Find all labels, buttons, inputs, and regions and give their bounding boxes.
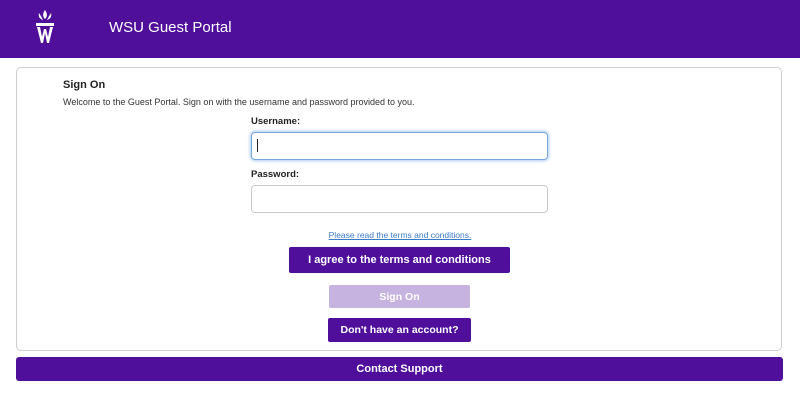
create-account-button[interactable]: Don't have an account? [328,318,471,342]
portal-header: WSU Guest Portal [0,0,800,58]
welcome-text: Welcome to the Guest Portal. Sign on wit… [63,97,415,107]
username-input[interactable] [251,132,548,160]
password-label: Password: [251,169,300,180]
terms-link-row: Please read the terms and conditions. [0,230,800,240]
text-caret [257,139,258,152]
username-label: Username: [251,116,301,127]
sign-on-button[interactable]: Sign On [329,285,470,308]
password-input[interactable] [251,185,548,213]
terms-link[interactable]: Please read the terms and conditions. [329,230,472,240]
wsu-logo-icon [36,10,54,43]
agree-terms-button[interactable]: I agree to the terms and conditions [289,247,510,273]
contact-support-button[interactable]: Contact Support [16,357,783,381]
app-title: WSU Guest Portal [109,19,232,36]
section-title: Sign On [63,79,106,91]
